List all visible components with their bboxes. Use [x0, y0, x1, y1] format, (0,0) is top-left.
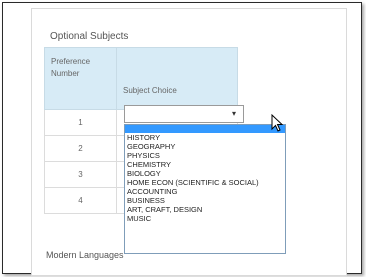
- preference-header-line2: Number: [51, 69, 80, 78]
- column-header-preference: Preference Number: [44, 47, 117, 110]
- preference-number: 2: [44, 135, 117, 162]
- dropdown-option[interactable]: HISTORY: [125, 133, 285, 142]
- preference-number: 4: [44, 187, 117, 214]
- subject-dropdown-list[interactable]: HISTORY GEOGRAPHY PHYSICS CHEMISTRY BIOL…: [124, 124, 286, 254]
- dropdown-option[interactable]: BIOLOGY: [125, 169, 285, 178]
- dropdown-option[interactable]: MUSIC: [125, 214, 285, 223]
- next-section-title: Modern Languages: [46, 250, 124, 260]
- mouse-cursor-icon: [271, 114, 284, 132]
- dropdown-option[interactable]: GEOGRAPHY: [125, 142, 285, 151]
- section-title: Optional Subjects: [50, 31, 129, 42]
- preference-header-line1: Preference: [51, 57, 91, 66]
- dropdown-option[interactable]: HOME ECON (SCIENTIFIC & SOCIAL): [125, 178, 285, 187]
- dropdown-option-blank[interactable]: [125, 125, 285, 133]
- dropdown-option[interactable]: PHYSICS: [125, 151, 285, 160]
- subject-choice-select[interactable]: ▾: [124, 105, 244, 123]
- dropdown-option[interactable]: CHEMISTRY: [125, 160, 285, 169]
- dropdown-option[interactable]: BUSINESS: [125, 196, 285, 205]
- column-header-subject-choice: Subject Choice: [116, 47, 238, 110]
- dropdown-option[interactable]: ACCOUNTING: [125, 187, 285, 196]
- chevron-down-icon[interactable]: ▾: [232, 109, 236, 118]
- preference-number: 1: [44, 109, 117, 136]
- dropdown-option[interactable]: ART, CRAFT, DESIGN: [125, 205, 285, 214]
- preference-number: 3: [44, 161, 117, 188]
